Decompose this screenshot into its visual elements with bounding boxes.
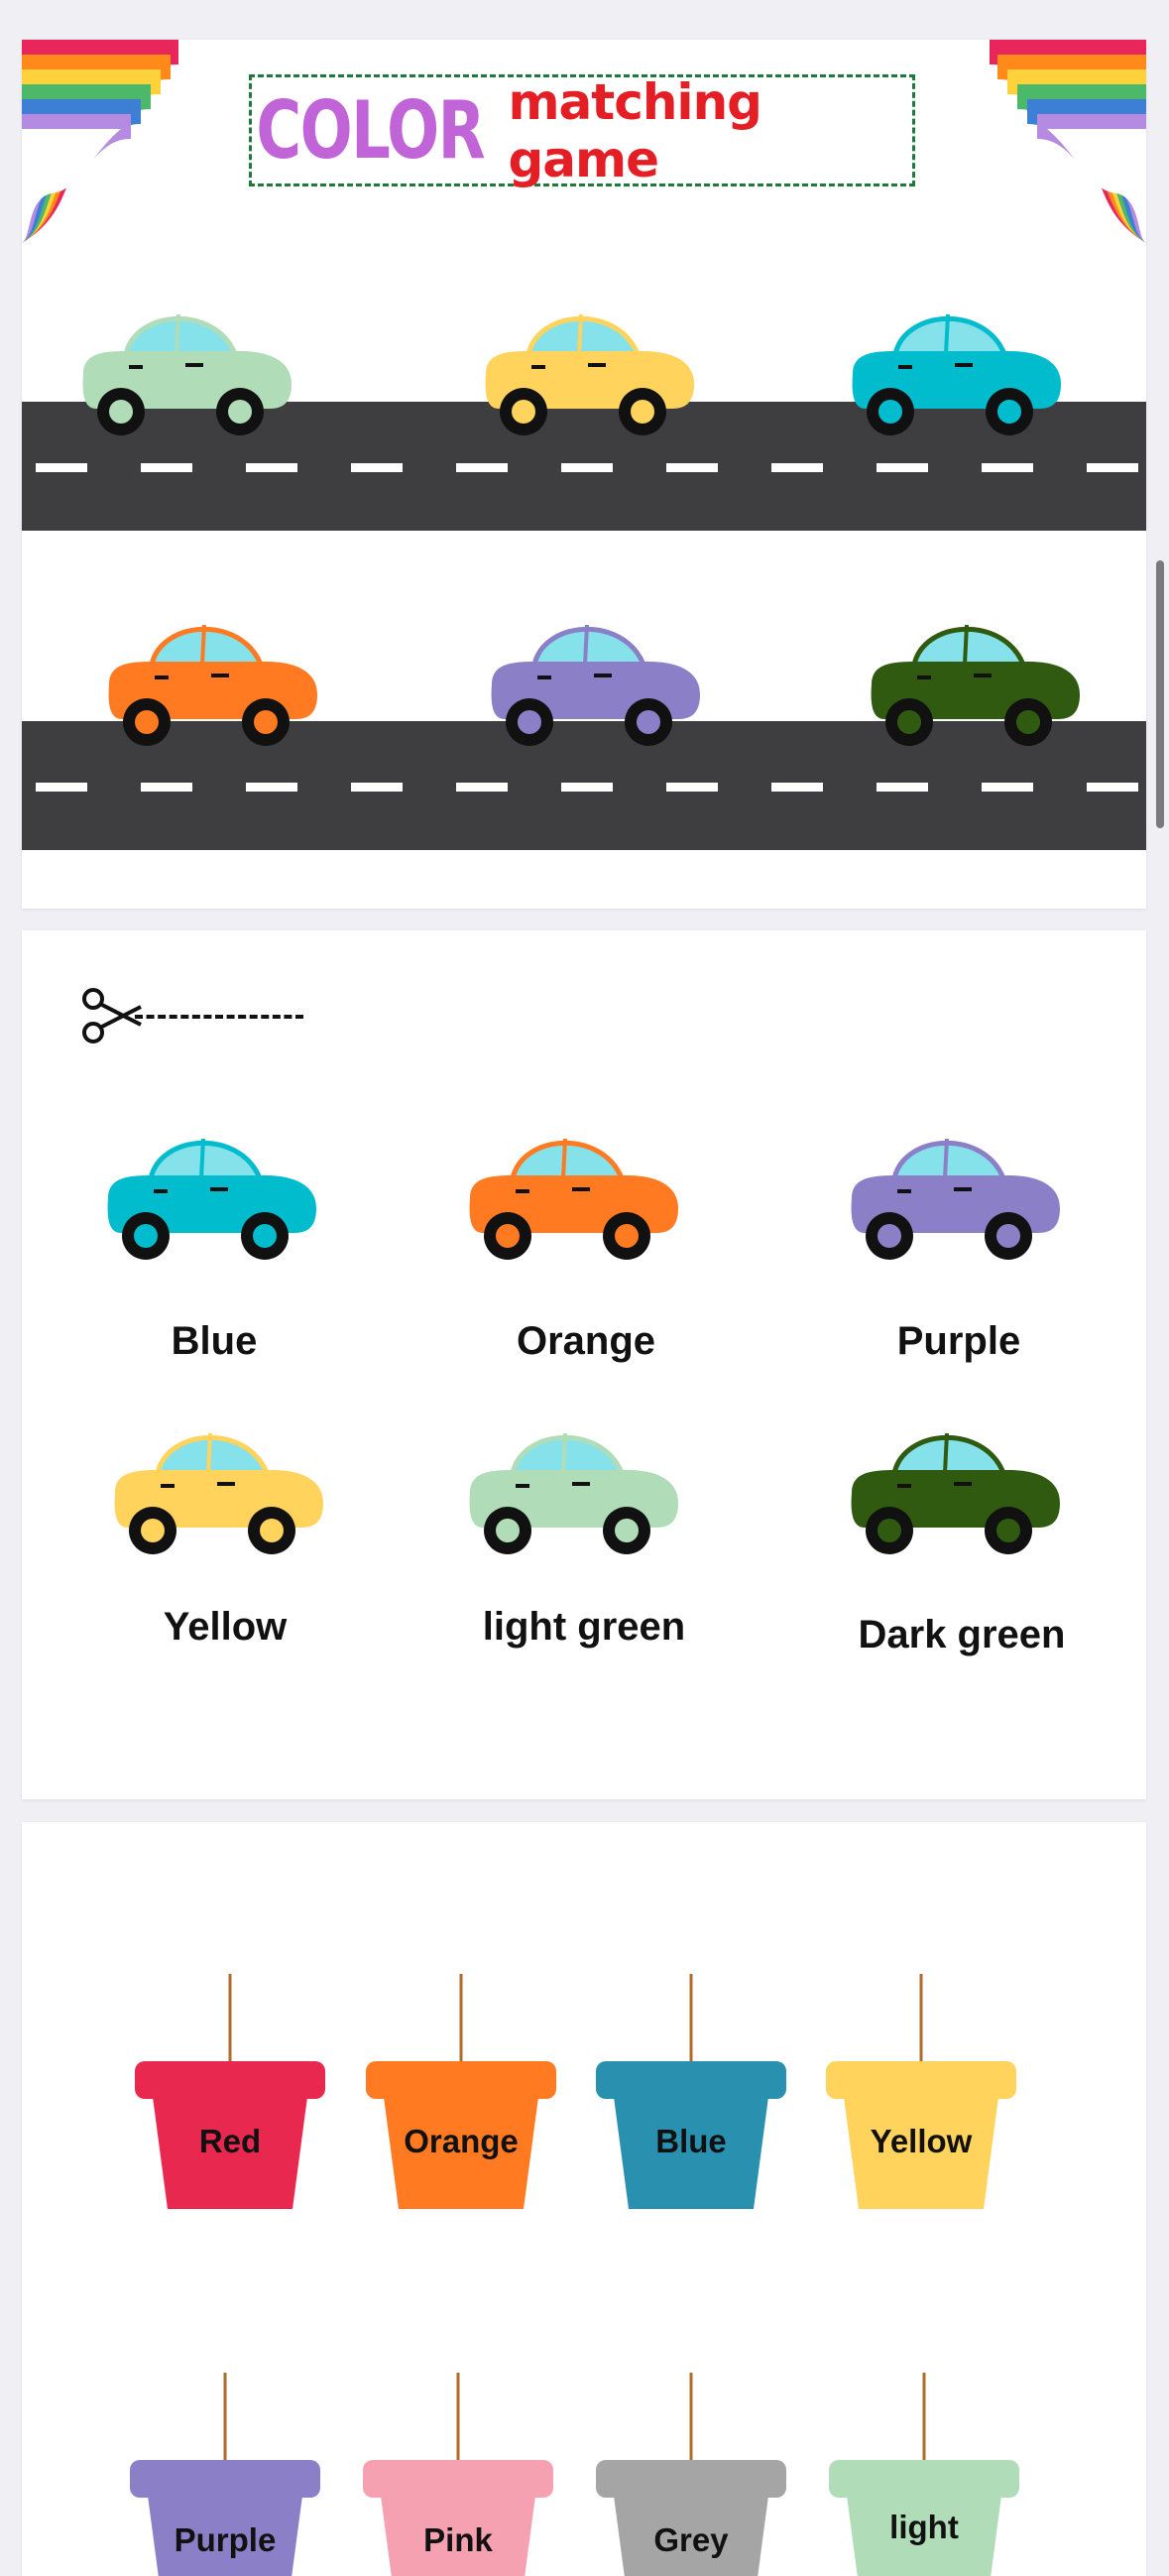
cutout-car-light-green	[458, 1418, 686, 1567]
lane-dash	[982, 463, 1033, 472]
pot-orange: Orange	[362, 1974, 560, 2212]
lane-dash	[877, 783, 928, 792]
rainbow-corner-right	[990, 40, 1146, 243]
pot-red: Red	[131, 1974, 329, 2212]
game-page-roads: COLOR matching game	[22, 40, 1146, 909]
game-page-cutouts: Blue Orange Purple Yellow light green Da…	[22, 930, 1146, 1799]
pot-label-purple: Purple	[174, 2521, 277, 2558]
lane-dash	[36, 463, 87, 472]
lane-dash	[246, 463, 297, 472]
pot-label-blue: Blue	[655, 2123, 727, 2159]
pot-label-orange: Orange	[404, 2123, 519, 2159]
game-page-pots: Red Orange Blue Yellow Purple Pink Grey …	[22, 1822, 1146, 2576]
lane-dash	[1087, 463, 1138, 472]
lane-dash	[666, 783, 718, 792]
pot-label-pink: Pink	[423, 2521, 493, 2558]
car-label-yellow: Yellow	[163, 1605, 288, 1649]
pot-yellow: Yellow	[822, 1974, 1020, 2212]
lane-dash	[877, 463, 928, 472]
cutout-car-blue	[96, 1124, 324, 1273]
road-car-dark-green	[860, 610, 1088, 759]
title-color-word: COLOR	[256, 84, 485, 177]
pot-purple: Purple	[126, 2373, 324, 2576]
car-label-dark-green: Dark green	[858, 1613, 1066, 1656]
lane-dash	[666, 463, 718, 472]
lane-dash	[982, 783, 1033, 792]
road-car-yellow	[474, 300, 702, 448]
cutout-car-dark-green	[840, 1418, 1068, 1567]
road-car-orange	[97, 610, 325, 759]
pot-label-yellow: Yellow	[870, 2123, 973, 2159]
pot-pink: Pink	[359, 2373, 557, 2576]
road-car-blue	[841, 300, 1069, 448]
lane-dash	[351, 783, 403, 792]
pot-light-green: light	[825, 2373, 1023, 2576]
pot-label-red: Red	[198, 2123, 262, 2159]
lane-dash	[771, 463, 823, 472]
lane-dash	[456, 463, 508, 472]
pot-grey: Grey	[592, 2373, 790, 2576]
lane-dash	[1087, 783, 1138, 792]
road-car-light-green	[71, 300, 299, 448]
scissors-icon	[82, 988, 142, 1043]
game-title: COLOR matching game	[249, 72, 915, 188]
pot-blue: Blue	[592, 1974, 790, 2212]
car-label-blue: Blue	[171, 1319, 258, 1363]
road-car-purple	[480, 610, 708, 759]
title-subtitle: matching game	[508, 72, 762, 188]
lane-dash	[561, 463, 613, 472]
cut-line	[135, 1015, 303, 1019]
lane-dash	[141, 463, 192, 472]
lane-dash	[456, 783, 508, 792]
lane-dash	[561, 783, 613, 792]
lane-dash	[771, 783, 823, 792]
lane-dash	[246, 783, 297, 792]
cutout-car-yellow	[103, 1418, 331, 1567]
car-label-purple: Purple	[896, 1319, 1021, 1363]
car-label-light-green: light green	[482, 1605, 686, 1649]
car-label-orange: Orange	[516, 1319, 656, 1363]
scrollbar[interactable]	[1156, 560, 1164, 828]
pot-label-grey: Grey	[653, 2521, 729, 2558]
rainbow-corner-left	[22, 40, 178, 243]
lane-dash	[351, 463, 403, 472]
pot-label-light: light	[889, 2509, 959, 2545]
cutout-car-purple	[840, 1124, 1068, 1273]
lane-dash	[141, 783, 192, 792]
cutout-car-orange	[458, 1124, 686, 1273]
lane-dash	[36, 783, 87, 792]
